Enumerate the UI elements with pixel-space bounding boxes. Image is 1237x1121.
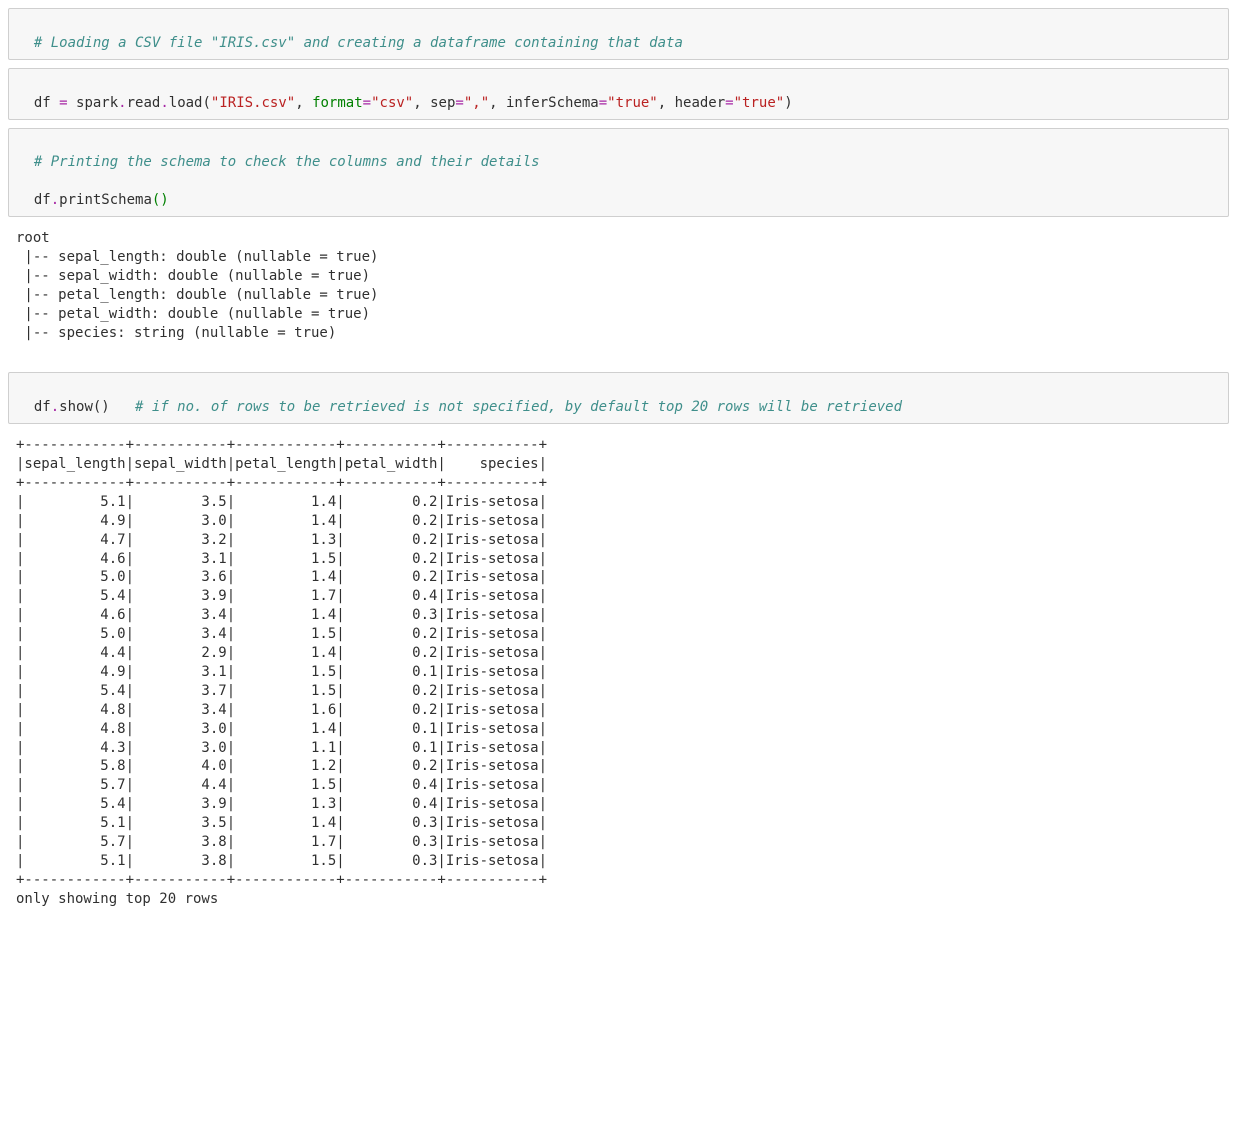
code-cell-4[interactable]: df.show() # if no. of rows to be retriev… <box>8 372 1229 424</box>
code-line: df = spark.read.load("IRIS.csv", format=… <box>34 95 793 111</box>
code-cell-3[interactable]: # Printing the schema to check the colum… <box>8 128 1229 218</box>
code-line: # Loading a CSV file "IRIS.csv" and crea… <box>34 35 683 51</box>
code-cell-1[interactable]: # Loading a CSV file "IRIS.csv" and crea… <box>8 8 1229 60</box>
output-schema: root |-- sepal_length: double (nullable … <box>8 225 1229 358</box>
output-table: +------------+-----------+------------+-… <box>8 432 1229 924</box>
code-cell-2[interactable]: df = spark.read.load("IRIS.csv", format=… <box>8 68 1229 120</box>
code-line: df.printSchema() <box>34 192 169 208</box>
code-line: # Printing the schema to check the colum… <box>34 154 540 170</box>
code-line: df.show() # if no. of rows to be retriev… <box>34 399 902 415</box>
